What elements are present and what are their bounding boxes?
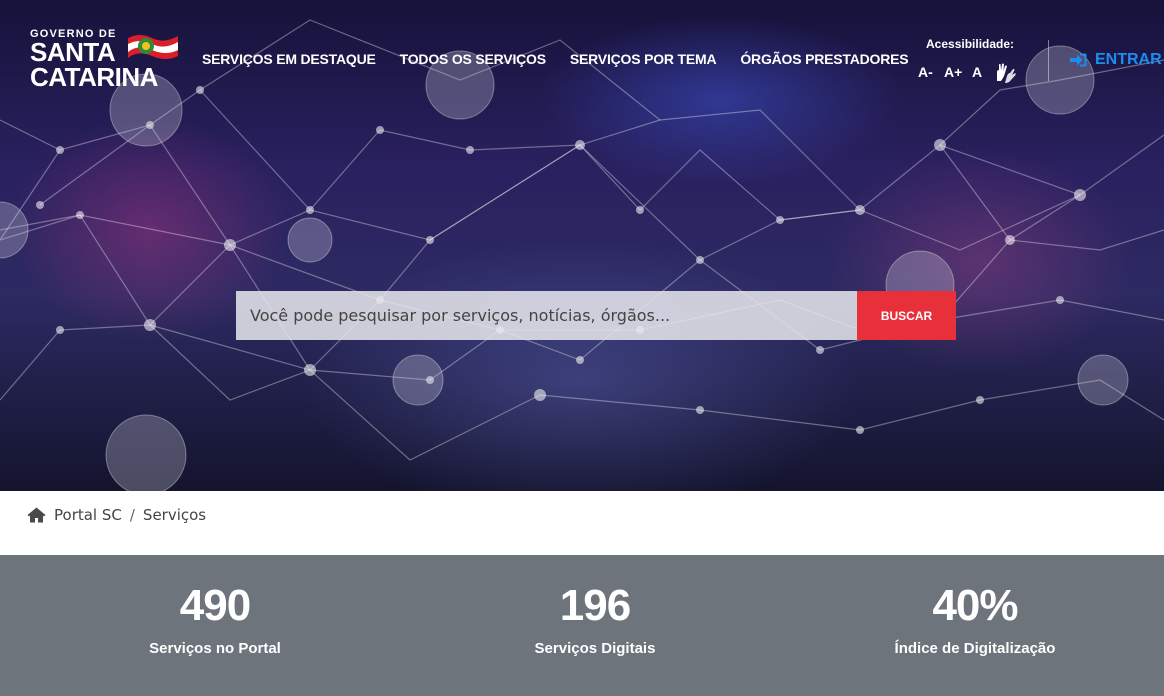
stat-label: Índice de Digitalização (894, 640, 1056, 657)
breadcrumb-separator: / (129, 506, 135, 524)
nav-servicos-por-tema[interactable]: SERVIÇOS POR TEMA (570, 51, 717, 67)
stats-section: 490 Serviços no Portal 196 Serviços Digi… (0, 555, 1164, 696)
login-label: ENTRAR (1095, 51, 1162, 68)
stat-label: Serviços Digitais (534, 640, 656, 657)
breadcrumb: Portal SC / Serviços (27, 506, 206, 524)
login-button[interactable]: ENTRAR (1070, 51, 1162, 69)
stat-label: Serviços no Portal (149, 640, 281, 657)
stat-value: 490 (179, 581, 251, 630)
sign-in-icon (1070, 53, 1087, 67)
hero-banner: GOVERNO DE SANTA CATARINA SERVIÇOS EM DE… (0, 0, 1164, 491)
stat-value: 196 (559, 581, 631, 630)
logo-catarina: CATARINA (30, 62, 158, 92)
search-input[interactable] (236, 291, 857, 340)
breadcrumb-servicos: Serviços (142, 506, 207, 524)
logo-governo-sc[interactable]: GOVERNO DE SANTA CATARINA (30, 28, 182, 92)
home-icon[interactable] (27, 507, 46, 523)
font-decrease-button[interactable]: A- (918, 64, 933, 80)
nav-todos-os-servicos[interactable]: TODOS OS SERVIÇOS (400, 51, 546, 67)
flag-icon (128, 35, 178, 59)
nav-orgaos-prestadores[interactable]: ÓRGÃOS PRESTADORES (740, 51, 908, 67)
breadcrumb-portal-sc[interactable]: Portal SC (54, 506, 122, 524)
accessibility-label: Acessibilidade: (926, 37, 1015, 51)
main-nav: SERVIÇOS EM DESTAQUE TODOS OS SERVIÇOS S… (202, 51, 909, 67)
font-reset-button[interactable]: A (972, 64, 982, 80)
header-divider (1048, 40, 1049, 81)
search-button[interactable]: BUSCAR (857, 291, 956, 340)
nav-servicos-em-destaque[interactable]: SERVIÇOS EM DESTAQUE (202, 51, 376, 67)
stat-value: 40% (932, 581, 1018, 630)
hands-icon[interactable] (993, 61, 1017, 85)
search-bar: BUSCAR (236, 291, 956, 340)
font-increase-button[interactable]: A+ (944, 64, 962, 80)
